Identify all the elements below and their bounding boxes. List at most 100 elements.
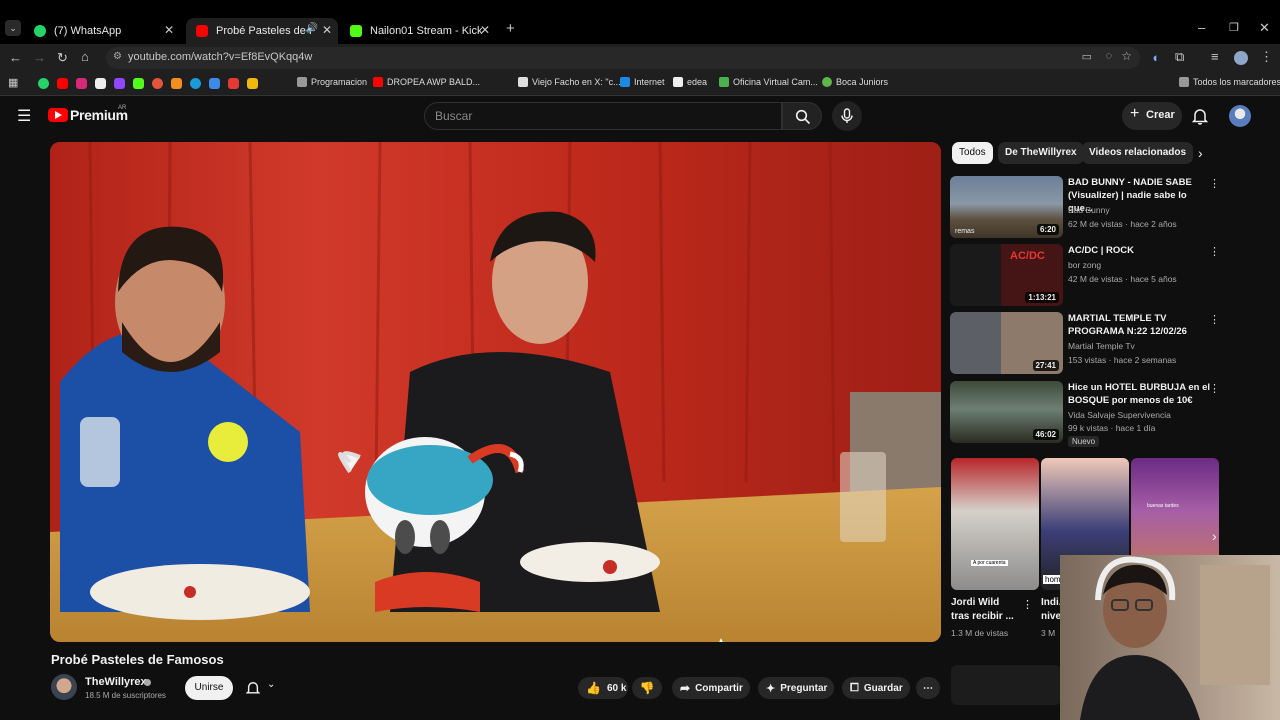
share-button[interactable]: ➦ Compartir — [672, 677, 750, 699]
mouse-cursor — [717, 638, 725, 642]
bookmark-viejo-facho[interactable]: Viejo Facho en X: "c... — [518, 77, 621, 87]
join-button[interactable]: Unirse — [185, 676, 233, 700]
restore-icon[interactable]: ❐ — [1229, 21, 1239, 34]
bookmark-icon[interactable] — [228, 78, 239, 89]
like-button[interactable]: 👍 60 k — [578, 677, 628, 699]
extension-icon[interactable]: ◖ — [1151, 50, 1159, 65]
dislike-button[interactable]: 👎 — [632, 677, 662, 699]
ask-button[interactable]: ✦ Preguntar — [758, 677, 834, 699]
profile-avatar[interactable] — [1234, 51, 1248, 65]
video-thumbnail[interactable]: 27:41 — [950, 312, 1063, 374]
chip-all[interactable]: Todos — [952, 142, 993, 164]
close-tab-icon[interactable]: ✕ — [164, 23, 174, 37]
more-actions-button[interactable]: ⋯ — [916, 677, 940, 699]
youtube-bookmark-icon[interactable] — [57, 78, 68, 89]
thumbnail-text: remas — [955, 228, 975, 235]
recommendation-item[interactable]: remas 6:20 BAD BUNNY - NADIE SABE (Visua… — [950, 176, 1270, 240]
x-bookmark-icon[interactable] — [95, 78, 106, 89]
bookmark-oficina-virtual[interactable]: Oficina Virtual Cam... — [719, 77, 818, 87]
bookmark-icon[interactable] — [190, 78, 201, 89]
hamburger-menu-icon[interactable]: ☰ — [17, 106, 31, 126]
bookmark-dropea[interactable]: DROPEA AWP BALD... — [373, 77, 480, 87]
extensions-puzzle-icon[interactable]: ⧉ — [1175, 49, 1184, 65]
media-icon[interactable]: ≡ — [1211, 49, 1219, 64]
video-title[interactable]: AC/DC | ROCK — [1068, 244, 1213, 257]
recommendation-thumbnail-partial[interactable] — [951, 665, 1061, 705]
bookmark-boca-juniors[interactable]: Boca Juniors — [822, 77, 888, 87]
channel-name[interactable]: Bad Bunny — [1068, 205, 1110, 215]
channel-name[interactable]: Martial Temple Tv — [1068, 341, 1135, 351]
shorts-next-icon[interactable]: › — [1212, 528, 1217, 544]
recommendation-item[interactable]: 27:41 MARTIAL TEMPLE TV PROGRAMA N:22 12… — [950, 312, 1270, 376]
more-vertical-icon[interactable]: ⋮ — [1209, 177, 1220, 190]
short-title[interactable]: Jordi Wild tras recibir ... — [951, 596, 1019, 624]
recommendation-item[interactable]: 46:02 Hice un HOTEL BURBUJA en el BOSQUE… — [950, 381, 1270, 447]
channel-name[interactable]: TheWillyrex — [85, 676, 147, 688]
close-window-icon[interactable]: ✕ — [1259, 20, 1270, 36]
tab-youtube[interactable]: Probé Pasteles de Famosos 🔊 ✕ — [186, 18, 338, 44]
channel-avatar[interactable] — [51, 674, 77, 700]
bookmark-icon[interactable] — [152, 78, 163, 89]
youtube-icon — [196, 25, 208, 37]
more-vertical-icon[interactable]: ⋮ — [1209, 245, 1220, 258]
sparkle-icon: ✦ — [766, 682, 776, 695]
video-title[interactable]: Hice un HOTEL BURBUJA en el BOSQUE por m… — [1068, 381, 1213, 407]
search-button[interactable] — [782, 102, 822, 130]
video-meta: 62 M de vistas · hace 2 años — [1068, 219, 1177, 229]
video-title[interactable]: MARTIAL TEMPLE TV PROGRAMA N:22 12/02/26 — [1068, 312, 1213, 338]
save-button[interactable]: ⧠ Guardar — [842, 677, 910, 699]
more-vertical-icon[interactable]: ⋮ — [1022, 598, 1033, 611]
tab-whatsapp[interactable]: (7) WhatsApp ✕ — [24, 18, 180, 44]
install-icon[interactable]: ▭ — [1082, 50, 1092, 63]
bookmark-label: Oficina Virtual Cam... — [733, 77, 818, 87]
account-avatar[interactable] — [1229, 105, 1251, 127]
thumbs-down-icon: 👎 — [639, 681, 655, 695]
channel-name[interactable]: bor zong — [1068, 260, 1101, 270]
video-thumbnail[interactable]: remas 6:20 — [950, 176, 1063, 238]
eye-off-icon[interactable]: ◌ — [1105, 50, 1112, 62]
minimize-icon[interactable]: – — [1198, 20, 1205, 35]
video-thumbnail[interactable]: AC/DC 1:13:21 — [950, 244, 1063, 306]
new-tab-icon[interactable]: + — [506, 20, 515, 37]
whatsapp-bookmark-icon[interactable] — [38, 78, 49, 89]
reload-icon[interactable]: ↻ — [57, 50, 68, 66]
address-bar[interactable]: ⚙ youtube.com/watch?v=Ef8EvQKqq4w ▭ ◌ ☆ — [106, 47, 1140, 69]
chips-next-icon[interactable]: › — [1198, 145, 1203, 161]
bookmark-internet[interactable]: Internet — [620, 77, 665, 87]
notifications-bell-icon[interactable] — [1192, 107, 1208, 125]
apps-icon[interactable]: ▦ — [8, 76, 18, 89]
voice-search-button[interactable] — [832, 101, 862, 131]
tab-kick[interactable]: Nailon01 Stream - Kick Dashbo ✕ — [340, 18, 496, 44]
bookmark-edea[interactable]: edea — [673, 77, 707, 87]
back-icon[interactable]: ← — [9, 50, 22, 65]
short-item[interactable]: A por cuarenta — [951, 458, 1039, 590]
close-tab-icon[interactable]: ✕ — [322, 23, 332, 37]
instagram-bookmark-icon[interactable] — [76, 78, 87, 89]
chip-related[interactable]: Videos relacionados — [1082, 142, 1194, 164]
home-icon[interactable]: ⌂ — [81, 49, 89, 64]
all-bookmarks[interactable]: Todos los marcadores — [1179, 77, 1280, 87]
twitch-bookmark-icon[interactable] — [114, 78, 125, 89]
video-player[interactable] — [50, 142, 941, 642]
notifications-toggle[interactable]: ⌄ — [242, 676, 282, 700]
star-icon[interactable]: ☆ — [1121, 49, 1132, 63]
more-vertical-icon[interactable]: ⋮ — [1209, 382, 1220, 395]
bookmark-icon[interactable] — [209, 78, 220, 89]
binance-bookmark-icon[interactable] — [247, 78, 258, 89]
search-input[interactable]: Buscar — [424, 102, 782, 130]
chip-from-channel[interactable]: De TheWillyrex — [998, 142, 1084, 164]
kick-bookmark-icon[interactable] — [133, 78, 144, 89]
close-tab-icon[interactable]: ✕ — [480, 23, 490, 37]
speaker-icon[interactable]: 🔊 — [306, 23, 318, 34]
forward-icon[interactable]: → — [33, 50, 46, 65]
recommendation-item[interactable]: AC/DC 1:13:21 AC/DC | ROCK bor zong 42 M… — [950, 244, 1270, 308]
channel-name[interactable]: Vida Salvaje Supervivencia — [1068, 410, 1171, 420]
site-info-icon[interactable]: ⚙ — [113, 51, 122, 62]
video-thumbnail[interactable]: 46:02 — [950, 381, 1063, 443]
menu-icon[interactable]: ⋮ — [1260, 49, 1273, 65]
bookmark-programacion[interactable]: Programacion — [297, 77, 367, 87]
bookmark-icon[interactable] — [171, 78, 182, 89]
tab-search-icon[interactable]: ⌄ — [5, 20, 21, 36]
more-vertical-icon[interactable]: ⋮ — [1209, 313, 1220, 326]
create-button[interactable]: + Crear — [1122, 102, 1182, 130]
